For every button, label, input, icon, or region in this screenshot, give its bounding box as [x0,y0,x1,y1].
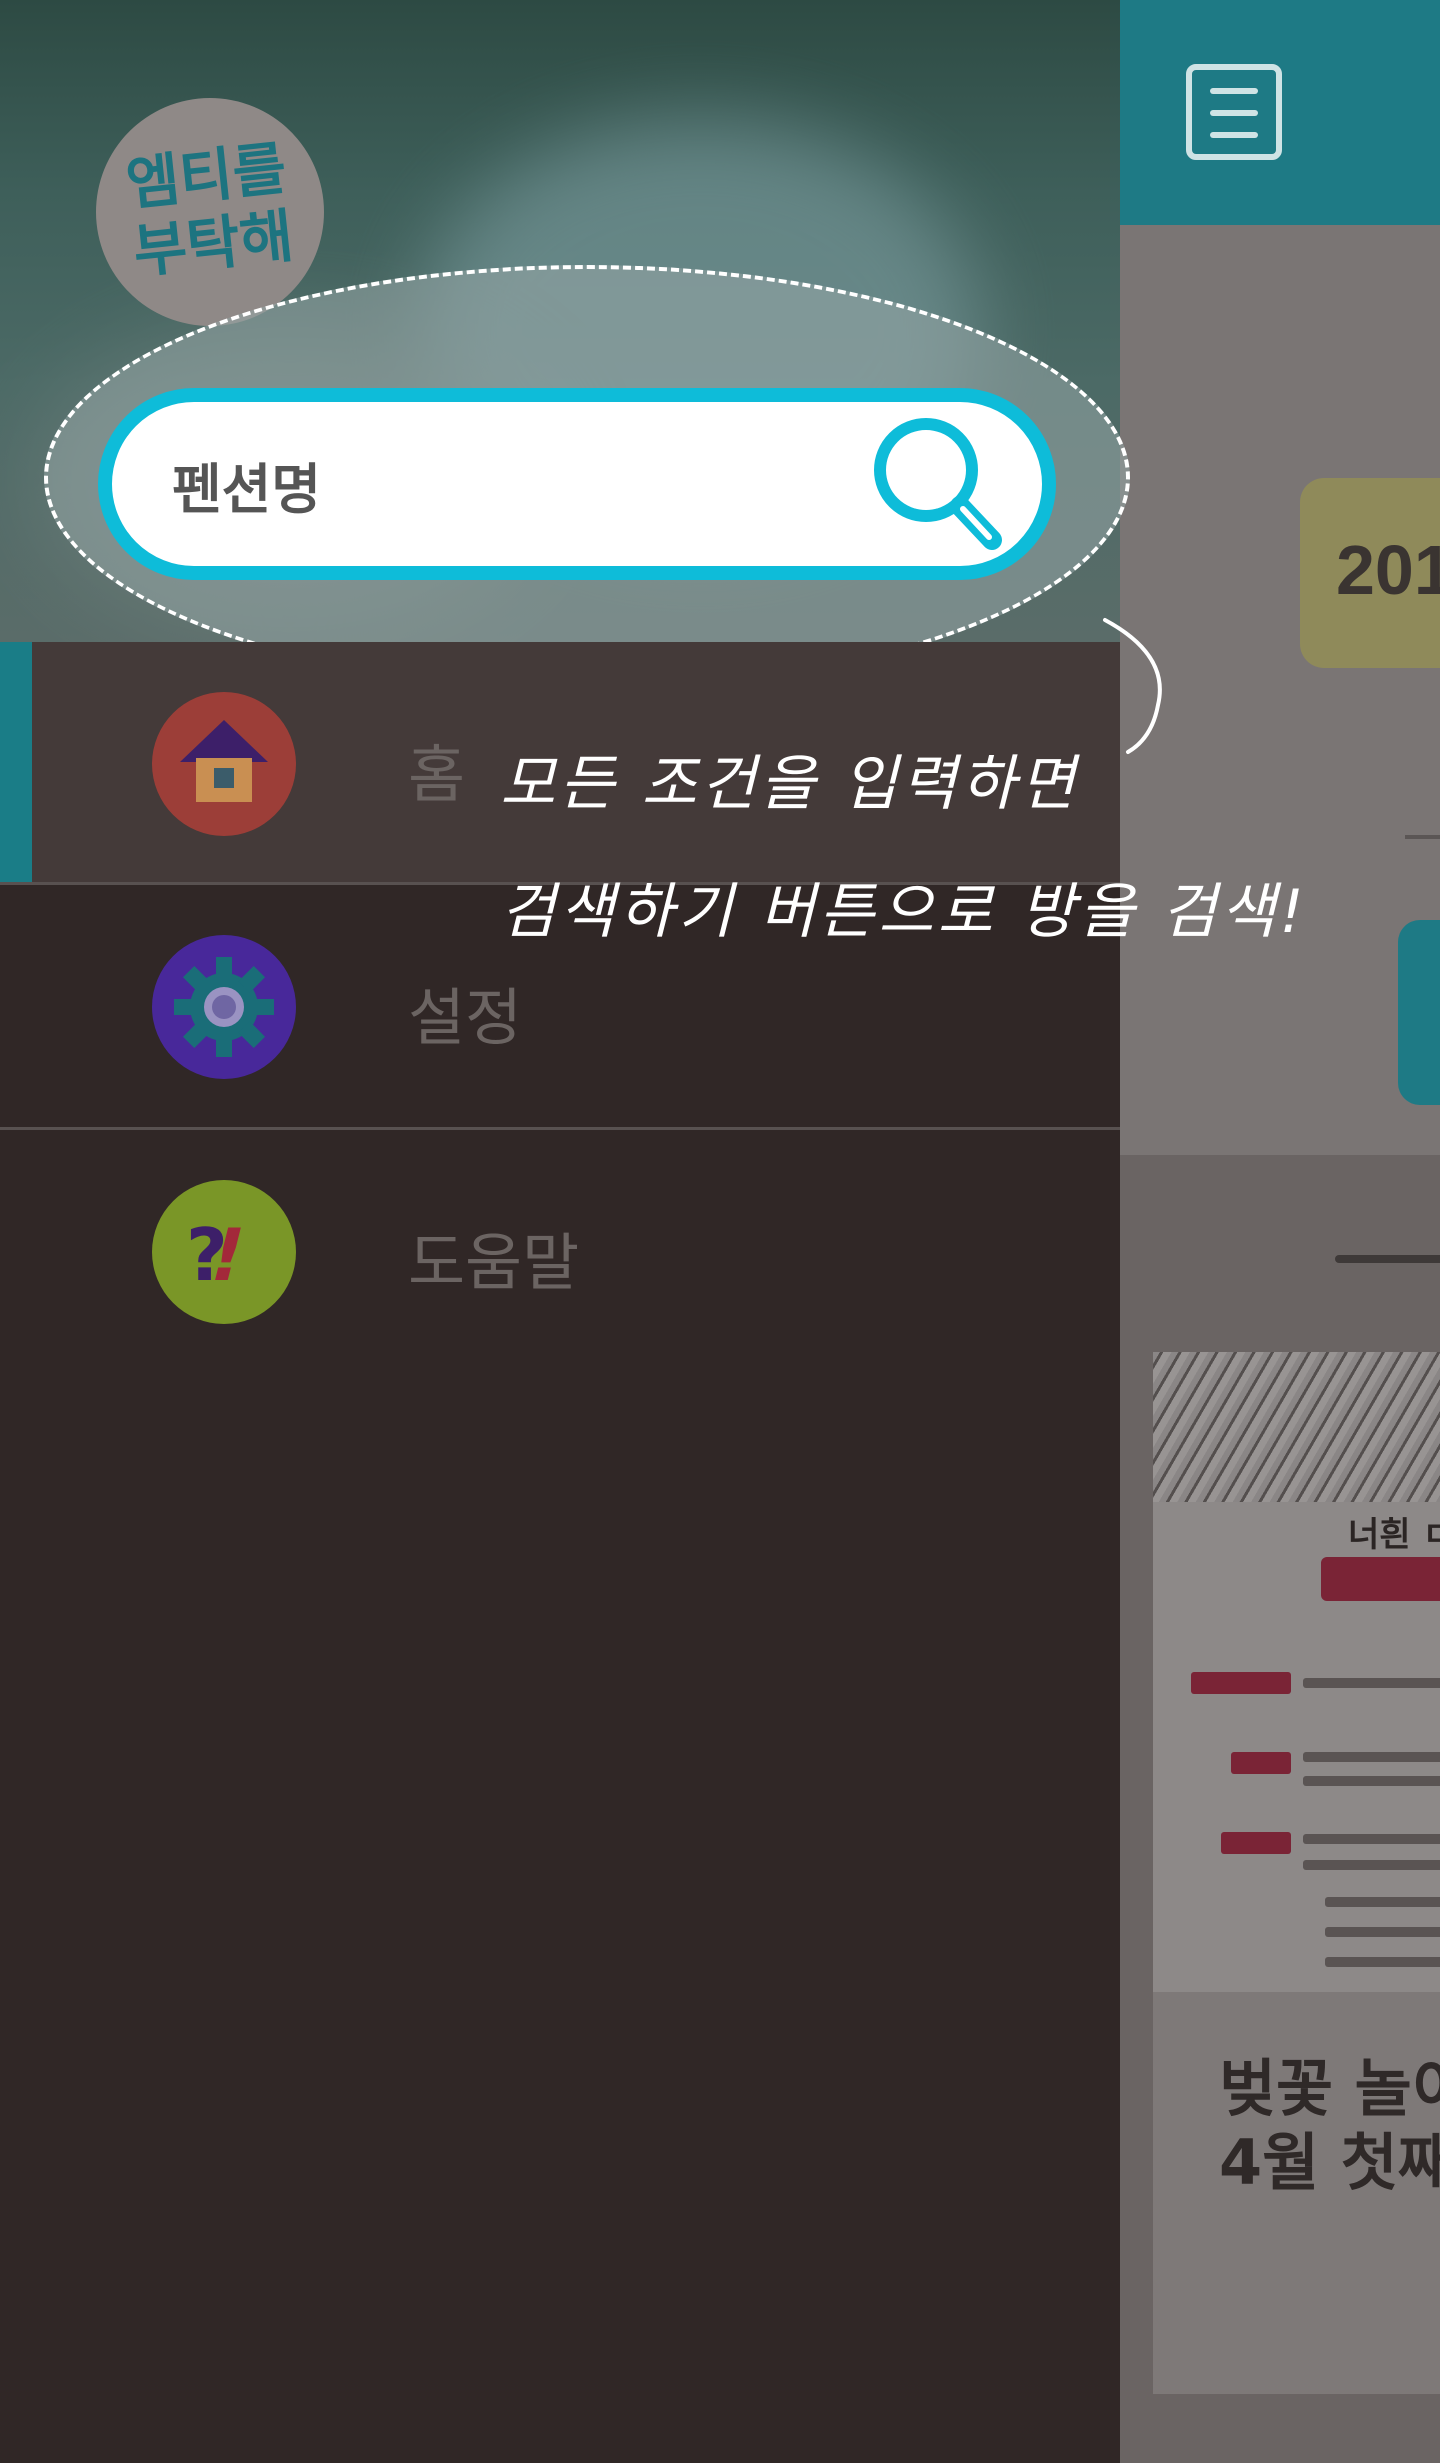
annotation-line: 모든 조건을 입력하면 [500,749,1079,819]
annotation-line: 검색하기 버튼으로 방을 검색! [500,877,1308,947]
search-button[interactable] [868,412,1008,562]
poster-sketch [1153,1352,1440,1502]
help-icon: ? ! [152,1180,296,1324]
poster-text [1325,1957,1440,1967]
poster-tag [1191,1672,1291,1694]
active-indicator [0,642,32,882]
annotation-arrow [1103,618,1162,754]
poster-tag [1221,1832,1291,1854]
poster-text [1303,1860,1440,1870]
gear-icon [152,935,296,1079]
poster-title: 너흰 ㄷ [1348,1515,1440,1555]
app-toolbar [1120,0,1440,225]
drawer-item-help[interactable]: ? ! 도움말 [0,1130,1120,1370]
drawer-item-label: 홈 [408,738,466,811]
poster-text [1303,1834,1440,1844]
search-bar [98,388,1056,580]
poster-text [1325,1927,1440,1937]
poster-text [1303,1776,1440,1786]
search-submit-button[interactable] [1398,920,1440,1105]
drawer-item-label: 설정 [408,981,523,1054]
pager-indicator [1335,1255,1440,1263]
date-chip[interactable]: 201 [1300,478,1440,668]
search-icon [874,418,1002,550]
poster-image: 너흰 ㄷ [1153,1352,1440,1992]
poster-tag [1231,1752,1291,1774]
poster-text [1325,1897,1440,1907]
result-card[interactable]: 너흰 ㄷ 벚꽃 놀이 4월 첫째 [1153,1352,1440,2394]
poster-text [1303,1752,1440,1762]
main-content: 201 너흰 ㄷ 벚꽃 놀이 4월 첫째 [1120,0,1440,2463]
drawer-item-label: 도움말 [408,1226,580,1299]
navigation-drawer: 엠티를 부탁해 홈 [0,0,1130,2463]
card-title: 벚꽃 놀이 4월 첫째 [1219,2052,1440,2199]
divider [1405,835,1440,839]
poster-banner [1321,1557,1440,1601]
menu-icon[interactable] [1186,64,1282,160]
search-input[interactable] [172,444,872,534]
poster-text [1303,1678,1440,1688]
home-icon [152,692,296,836]
